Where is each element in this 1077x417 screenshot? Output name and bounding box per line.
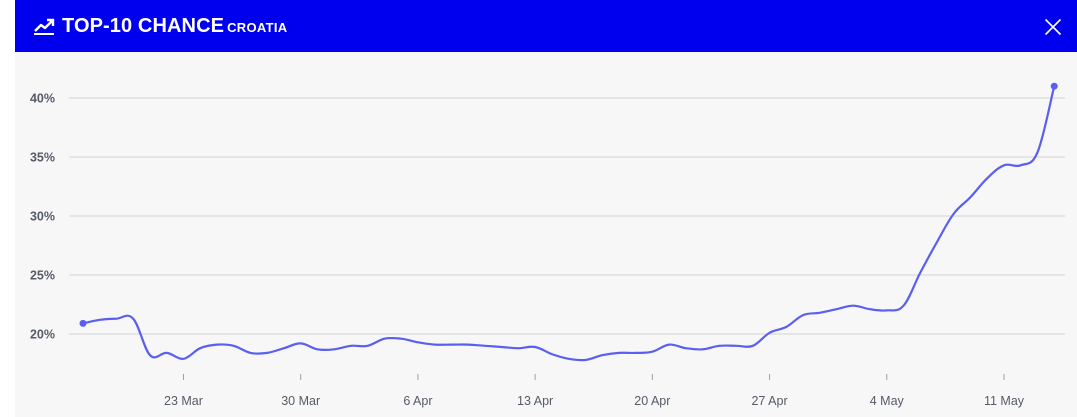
y-tick-label: 40% <box>30 92 55 106</box>
trend-up-icon <box>34 18 55 35</box>
chart-modal: TOP-10 CHANCE CROATIA 20% 25% 30% 35% 40% 23 … <box>15 0 1077 417</box>
x-tick-label: 23 Mar <box>164 394 203 408</box>
y-tick-label: 25% <box>30 269 55 283</box>
close-icon[interactable] <box>1044 18 1062 36</box>
x-axis: 23 Mar 30 Mar 6 Apr 13 Apr 20 Apr 27 Apr 4 May… <box>164 374 1025 408</box>
series-start-point <box>79 319 87 327</box>
plot-area <box>79 82 1058 362</box>
modal-header: TOP-10 CHANCE CROATIA <box>15 0 1077 52</box>
x-tick-label: 4 May <box>870 394 905 408</box>
grid-lines <box>69 97 1065 335</box>
series-end-point <box>1050 82 1058 90</box>
title-subtitle: CROATIA <box>227 20 288 35</box>
y-tick-label: 30% <box>30 210 55 224</box>
x-tick-label: 27 Apr <box>751 394 787 408</box>
x-tick-label: 20 Apr <box>634 394 670 408</box>
x-tick-label: 30 Mar <box>281 394 320 408</box>
x-tick-label: 13 Apr <box>517 394 553 408</box>
y-axis: 20% 25% 30% 35% 40% <box>30 92 55 342</box>
line-chart: 20%25%30%35%40% 23 Mar 30 Mar 6 Apr 13 Apr 2… <box>30 82 1065 408</box>
x-tick-label: 6 Apr <box>403 394 432 408</box>
series-line <box>82 85 1056 362</box>
y-tick-label: 20% <box>30 328 55 342</box>
x-tick-label: 11 May <box>984 394 1025 408</box>
y-tick-label: 35% <box>30 151 55 165</box>
modal-title: TOP-10 CHANCE CROATIA <box>62 15 287 39</box>
title-text: TOP-10 CHANCE <box>62 15 225 37</box>
